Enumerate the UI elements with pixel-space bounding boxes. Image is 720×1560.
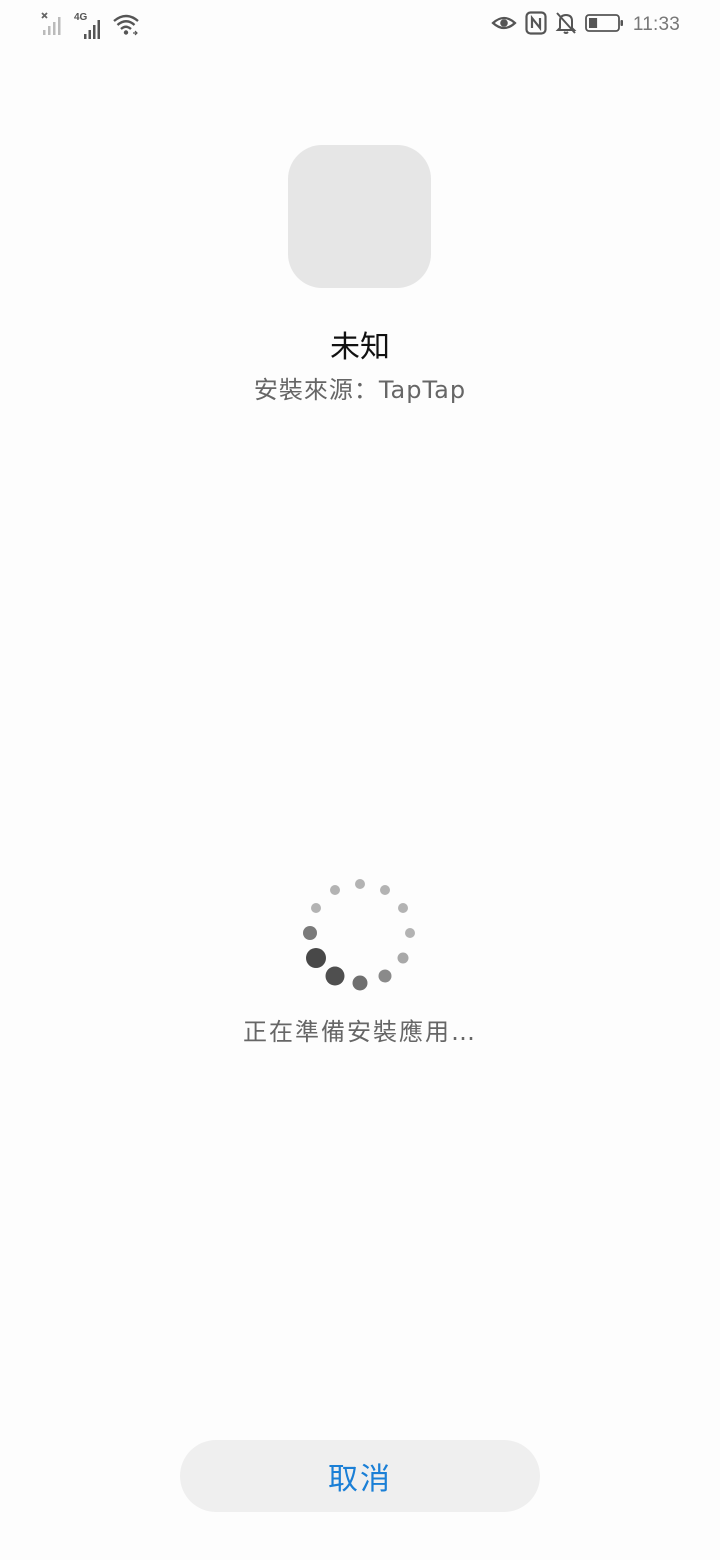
cancel-button[interactable]: 取消 [180,1440,540,1512]
loading-spinner [298,872,422,996]
app-icon [288,145,431,288]
loading-status-text: 正在準備安裝應用… [243,1018,477,1046]
status-bar-left: 4G [40,10,140,40]
spinner-graphic [303,879,415,991]
battery-icon [584,12,625,38]
nfc-icon [525,11,547,39]
clock: 11:33 [632,14,680,35]
4g-signal-icon: 4G [74,12,102,40]
mute-bell-icon [555,11,577,39]
no-signal-sim-icon [40,12,64,40]
app-name: 未知 [330,330,390,365]
install-source: 安裝來源：TapTap [253,376,467,404]
status-bar: 4G 11:33 [0,0,720,50]
eye-comfort-icon [491,12,517,38]
wifi-icon [112,12,140,40]
status-bar-right: 11:33 [491,10,680,40]
cancel-button-label: 取消 [328,1462,392,1497]
